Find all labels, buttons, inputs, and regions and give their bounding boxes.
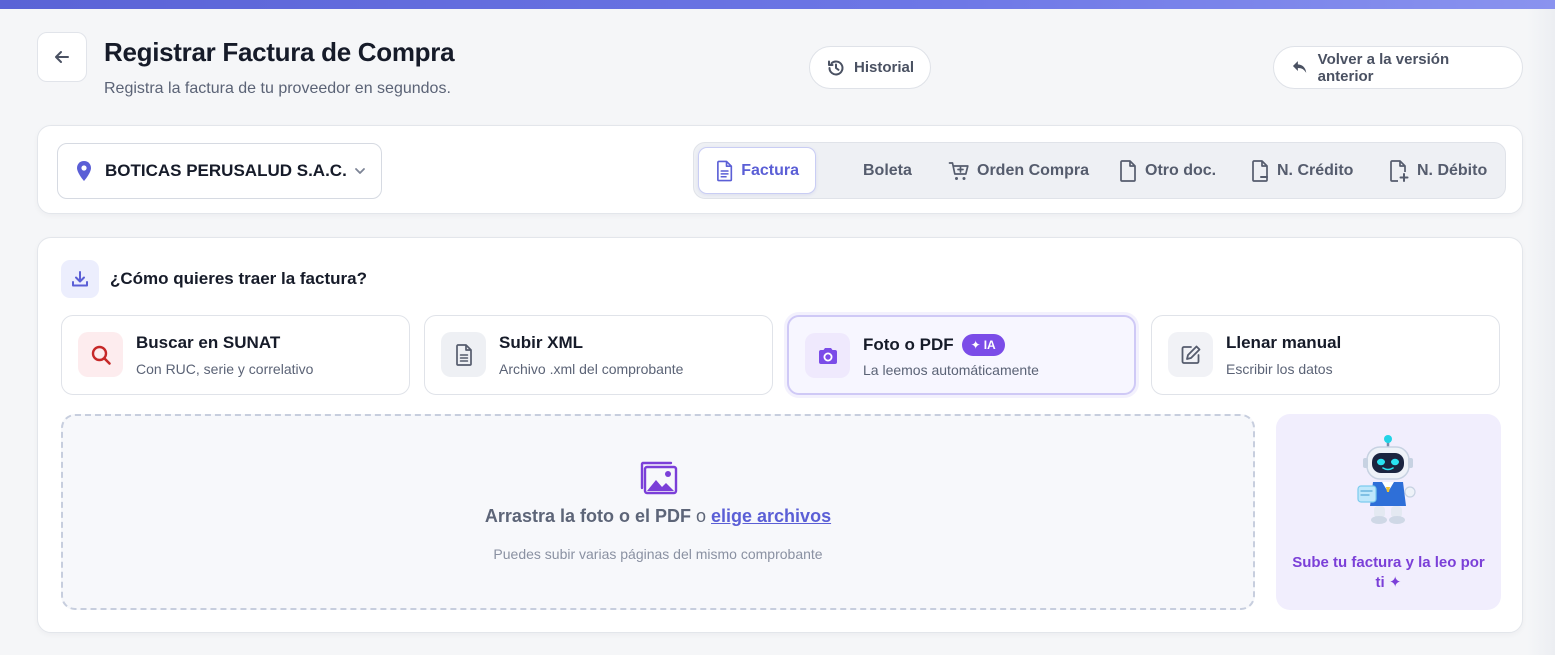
images-icon [640, 461, 678, 495]
document-config-card: BOTICAS PERUSALUD S.A.C. Factura Boleta … [37, 125, 1523, 214]
tab-nota-credito-label: N. Crédito [1277, 161, 1354, 179]
document-icon [1120, 159, 1136, 182]
revert-version-label: Volver a la versión anterior [1317, 50, 1450, 85]
file-dropzone[interactable]: Arrastra la foto o el PDF o elige archiv… [61, 414, 1255, 610]
dropzone-hint: Puedes subir varias páginas del mismo co… [493, 546, 823, 562]
arrow-left-icon [55, 51, 69, 63]
method-foto-pdf[interactable]: Foto o PDF ✦ IA La leemos automáticament… [787, 315, 1136, 395]
tab-boleta[interactable]: Boleta [859, 147, 916, 194]
download-icon [72, 271, 88, 287]
method-subir-xml[interactable]: Subir XML Archivo .xml del comprobante [424, 315, 773, 395]
location-pin-icon [77, 161, 91, 181]
history-label: Historial [853, 59, 914, 76]
dropzone-instructions: Arrastra la foto o el PDF o elige archiv… [63, 506, 1253, 527]
tab-orden-compra[interactable]: Orden Compra [944, 147, 1093, 194]
revert-version-button[interactable]: Volver a la versión anterior [1273, 46, 1523, 89]
history-button[interactable]: Historial [809, 46, 931, 89]
method-subtitle: Con RUC, serie y correlativo [136, 361, 314, 377]
choose-files-link[interactable]: elige archivos [711, 506, 831, 526]
search-icon [91, 345, 111, 365]
camera-icon [818, 347, 837, 364]
tab-otro-doc[interactable]: Otro doc. [1114, 147, 1220, 194]
page-title: Registrar Factura de Compra [104, 37, 455, 67]
method-title-text: Buscar en SUNAT [136, 333, 281, 352]
cart-plus-icon [948, 161, 969, 180]
assistant-message: Sube tu factura y la leo por ti ✦ [1292, 554, 1485, 591]
back-button[interactable] [37, 32, 87, 82]
method-buscar-sunat[interactable]: Buscar en SUNAT Con RUC, serie y correla… [61, 315, 410, 395]
tab-boleta-label: Boleta [863, 161, 912, 179]
invoice-source-card: ¿Cómo quieres traer la factura? Buscar e… [37, 237, 1523, 633]
dropzone-or-text: o [695, 506, 706, 526]
method-title: Llenar manual [1226, 333, 1341, 353]
method-title-text: Subir XML [499, 333, 584, 352]
edit-icon [1181, 345, 1200, 364]
undo-arrow-icon [1292, 60, 1307, 73]
ai-badge-label: IA [983, 338, 996, 352]
file-text-icon [455, 343, 472, 366]
robot-mascot-icon [1357, 435, 1416, 524]
method-title: Foto o PDF ✦ IA [863, 334, 1005, 356]
document-minus-icon [1252, 159, 1268, 182]
method-title: Buscar en SUNAT [136, 333, 280, 353]
scroll-edge [1527, 9, 1555, 655]
method-icon-box [441, 332, 486, 377]
chevron-down-icon [355, 168, 365, 174]
method-llenar-manual[interactable]: Llenar manual Escribir los datos [1151, 315, 1500, 395]
method-icon-box [1168, 332, 1213, 377]
method-icon-box [78, 332, 123, 377]
tab-factura[interactable]: Factura [698, 147, 816, 194]
tab-orden-compra-label: Orden Compra [977, 161, 1090, 179]
download-icon-box [61, 260, 99, 298]
method-title-text: Foto o PDF [863, 335, 954, 354]
history-icon [827, 60, 844, 75]
document-lines-icon [717, 160, 733, 181]
method-subtitle: La leemos automáticamente [863, 362, 1039, 378]
branch-select[interactable]: BOTICAS PERUSALUD S.A.C. [57, 143, 382, 199]
tab-nota-debito[interactable]: N. Débito [1384, 147, 1491, 194]
document-type-tabs: Factura Boleta Orden Compra Otro doc. N.… [693, 142, 1506, 199]
dropzone-main-text: Arrastra la foto o el PDF [484, 506, 691, 526]
tab-nota-credito[interactable]: N. Crédito [1246, 147, 1357, 194]
tab-otro-doc-label: Otro doc. [1145, 161, 1217, 179]
branch-name: BOTICAS PERUSALUD S.A.C. [105, 161, 347, 180]
tab-nota-debito-label: N. Débito [1417, 161, 1488, 179]
method-title: Subir XML [499, 333, 583, 353]
source-question: ¿Cómo quieres traer la factura? [110, 269, 367, 288]
ai-assistant-panel: Sube tu factura y la leo por ti ✦ [1276, 414, 1501, 610]
method-title-text: Llenar manual [1226, 333, 1342, 352]
method-subtitle: Archivo .xml del comprobante [499, 361, 684, 377]
tab-factura-label: Factura [741, 161, 799, 179]
document-plus-icon [1390, 159, 1409, 182]
method-icon-box [805, 333, 850, 378]
ai-badge: ✦ IA [961, 334, 1005, 356]
page-subtitle: Registra la factura de tu proveedor en s… [104, 80, 451, 97]
method-subtitle: Escribir los datos [1226, 361, 1333, 377]
top-accent-bar [0, 0, 1555, 9]
